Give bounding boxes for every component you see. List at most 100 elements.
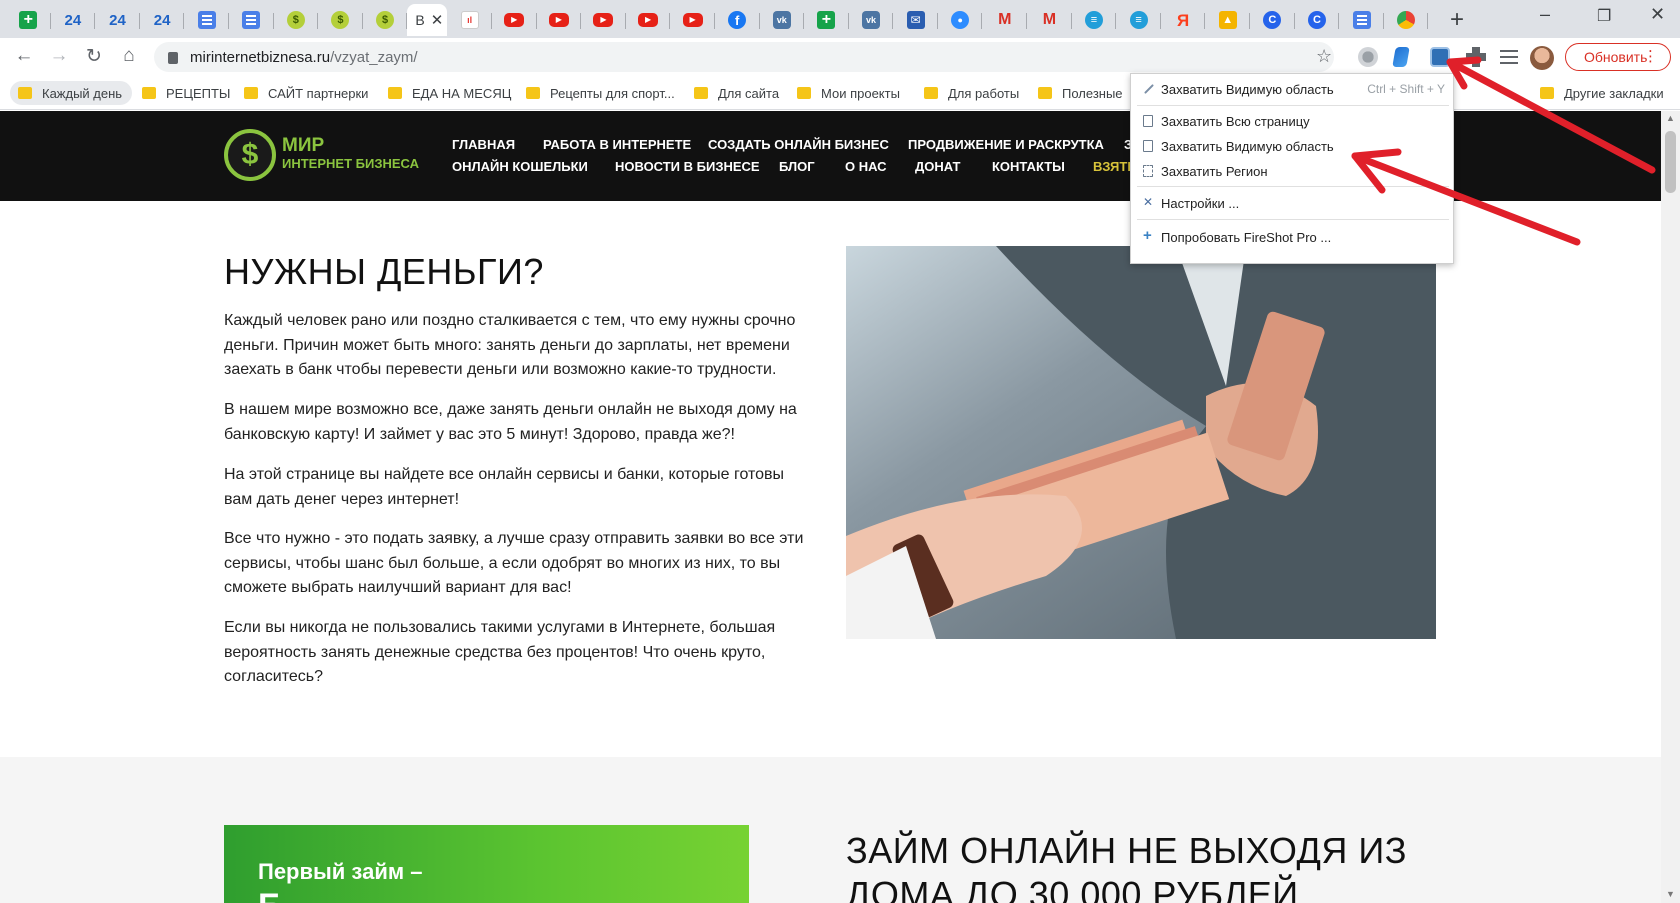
nav-news[interactable]: НОВОСТИ В БИЗНЕСЕ bbox=[615, 159, 760, 174]
tab[interactable]: 24 bbox=[95, 4, 140, 36]
menu-capture-region[interactable]: Захватить Регион bbox=[1131, 159, 1455, 183]
menu-capture-visible-quick[interactable]: Захватить Видимую область Ctrl + Shift +… bbox=[1131, 77, 1455, 101]
close-tab-icon[interactable]: ✕ bbox=[431, 11, 444, 29]
avatar[interactable] bbox=[1530, 46, 1554, 70]
tab[interactable] bbox=[1339, 4, 1384, 36]
menu-dots-icon[interactable]: ⋮ bbox=[1643, 47, 1658, 65]
bookmark-folder[interactable]: Полезные bbox=[1038, 81, 1128, 105]
hero-money-photo bbox=[846, 246, 1436, 639]
tools-icon: ✕ bbox=[1143, 195, 1154, 209]
bookmark-label: РЕЦЕПТЫ bbox=[166, 85, 231, 101]
bookmark-folder[interactable]: Рецепты для спорт... bbox=[526, 81, 675, 105]
tab[interactable]: $ bbox=[363, 4, 408, 36]
bookmark-folder[interactable]: ЕДА НА МЕСЯЦ bbox=[388, 81, 511, 105]
nav-work-online[interactable]: РАБОТА В ИНТЕРНЕТЕ bbox=[543, 137, 691, 152]
bookmark-folder[interactable]: Мои проекты bbox=[797, 81, 900, 105]
tab[interactable]: ▶ bbox=[492, 4, 537, 36]
tab[interactable]: ≡ bbox=[1116, 4, 1161, 36]
youtube-icon: ▶ bbox=[548, 13, 569, 27]
bookmark-folder[interactable]: САЙТ партнерки bbox=[244, 81, 368, 105]
tab[interactable]: ▲ bbox=[1205, 4, 1250, 36]
chat-icon: ≡ bbox=[1129, 11, 1148, 29]
tab[interactable]: + bbox=[804, 4, 849, 36]
tab[interactable]: f bbox=[715, 4, 760, 36]
nav-promotion[interactable]: ПРОДВИЖЕНИЕ И РАСКРУТКА bbox=[908, 137, 1104, 152]
other-bookmarks[interactable]: Другие закладки bbox=[1540, 81, 1664, 105]
reload-button[interactable]: ↻ bbox=[82, 45, 106, 68]
tab[interactable]: 24 bbox=[140, 4, 185, 36]
menu-item-label: Настройки ... bbox=[1161, 195, 1240, 211]
menu-item-label: Захватить Видимую область bbox=[1161, 81, 1334, 97]
minimize-window-button[interactable]: – bbox=[1540, 4, 1550, 25]
close-window-button[interactable]: ✕ bbox=[1650, 4, 1665, 25]
tab[interactable]: ▶ bbox=[670, 4, 715, 36]
sheets-icon: + bbox=[817, 11, 836, 29]
logo-text: МИР ИНТЕРНЕТ БИЗНЕСА bbox=[282, 136, 419, 173]
folder-icon bbox=[526, 87, 540, 99]
tab[interactable]: 24 bbox=[51, 4, 96, 36]
site-logo[interactable]: $ МИР ИНТЕРНЕТ БИЗНЕСА bbox=[224, 129, 419, 181]
scroll-up-icon[interactable]: ▲ bbox=[1666, 113, 1675, 123]
nav-create-business[interactable]: СОЗДАТЬ ОНЛАЙН БИЗНЕС bbox=[708, 137, 889, 152]
bookmark-folder[interactable]: Для работы bbox=[924, 81, 1019, 105]
tab[interactable]: + bbox=[6, 4, 51, 36]
tab[interactable]: vk bbox=[849, 4, 894, 36]
nav-donate[interactable]: ДОНАТ bbox=[915, 159, 960, 174]
restore-window-button[interactable]: ❐ bbox=[1597, 6, 1611, 26]
tab[interactable] bbox=[229, 4, 274, 36]
gmail-icon: M bbox=[1042, 11, 1057, 28]
folder-icon bbox=[1038, 87, 1052, 99]
feather-extension-icon[interactable] bbox=[1392, 47, 1410, 67]
active-tab-title: В bbox=[415, 12, 425, 28]
tab[interactable]: ▶ bbox=[626, 4, 671, 36]
back-button[interactable]: ← bbox=[12, 45, 36, 67]
bookmark-folder[interactable]: Для сайта bbox=[694, 81, 779, 105]
menu-capture-entire-page[interactable]: Захватить Всю страницу bbox=[1131, 109, 1455, 133]
tab[interactable]: ✉ bbox=[893, 4, 938, 36]
tab[interactable]: ▶ bbox=[581, 4, 626, 36]
bookmark-folder[interactable]: РЕЦЕПТЫ bbox=[142, 81, 230, 105]
tab[interactable]: $ bbox=[318, 4, 363, 36]
home-button[interactable]: ⌂ bbox=[117, 45, 141, 67]
tab[interactable] bbox=[184, 4, 229, 36]
tab[interactable]: ≡ bbox=[1072, 4, 1117, 36]
tab[interactable]: ● bbox=[938, 4, 983, 36]
globe-extension-icon[interactable] bbox=[1358, 47, 1378, 67]
loan-promo-banner[interactable]: Первый займ – Б bbox=[224, 825, 749, 903]
address-bar[interactable]: mirinternetbiznesa.ru/vzyat_zaym/ bbox=[154, 42, 1334, 72]
scroll-down-icon[interactable]: ▼ bbox=[1666, 889, 1675, 899]
tab-active[interactable]: В ✕ bbox=[407, 4, 448, 36]
nav-blog[interactable]: БЛОГ bbox=[779, 159, 815, 174]
nav-contacts[interactable]: КОНТАКТЫ bbox=[992, 159, 1065, 174]
extensions-puzzle-icon[interactable] bbox=[1466, 47, 1486, 67]
c-icon: C bbox=[1307, 11, 1326, 29]
nav-wallets[interactable]: ОНЛАЙН КОШЕЛЬКИ bbox=[452, 159, 588, 174]
forward-button[interactable]: → bbox=[47, 45, 71, 67]
fireshot-extension-icon[interactable] bbox=[1430, 47, 1450, 67]
tab[interactable]: C bbox=[1250, 4, 1295, 36]
bookmark-folder[interactable]: Каждый день bbox=[10, 81, 133, 105]
tab[interactable]: ▶ bbox=[537, 4, 582, 36]
menu-try-pro[interactable]: + Попробовать FireShot Pro ... bbox=[1131, 225, 1455, 249]
paragraph: В нашем мире возможно все, даже занять д… bbox=[224, 401, 797, 443]
new-tab-button[interactable]: + bbox=[1450, 6, 1464, 34]
nav-about[interactable]: О НАС bbox=[845, 159, 887, 174]
menu-capture-visible[interactable]: Захватить Видимую область bbox=[1131, 134, 1455, 158]
tab[interactable]: Я bbox=[1161, 4, 1206, 36]
reading-list-icon[interactable] bbox=[1500, 50, 1518, 64]
menu-divider bbox=[1137, 219, 1449, 220]
tab[interactable] bbox=[1384, 4, 1429, 36]
tab[interactable]: vk bbox=[760, 4, 805, 36]
nav-home[interactable]: ГЛАВНАЯ bbox=[452, 137, 515, 152]
tab[interactable]: ıl bbox=[447, 4, 492, 36]
page-scrollbar[interactable]: ▲ ▼ bbox=[1661, 111, 1680, 903]
tab[interactable]: $ bbox=[274, 4, 319, 36]
tab[interactable]: M bbox=[982, 4, 1027, 36]
tab[interactable]: C bbox=[1295, 4, 1340, 36]
scroll-thumb[interactable] bbox=[1665, 131, 1676, 193]
tab[interactable]: M bbox=[1027, 4, 1072, 36]
bookmark-star-icon[interactable]: ☆ bbox=[1316, 46, 1332, 67]
chrome-icon bbox=[1397, 11, 1416, 29]
update-button[interactable]: Обновить ⋮ bbox=[1565, 43, 1671, 71]
menu-settings[interactable]: ✕ Настройки ... bbox=[1131, 191, 1455, 215]
